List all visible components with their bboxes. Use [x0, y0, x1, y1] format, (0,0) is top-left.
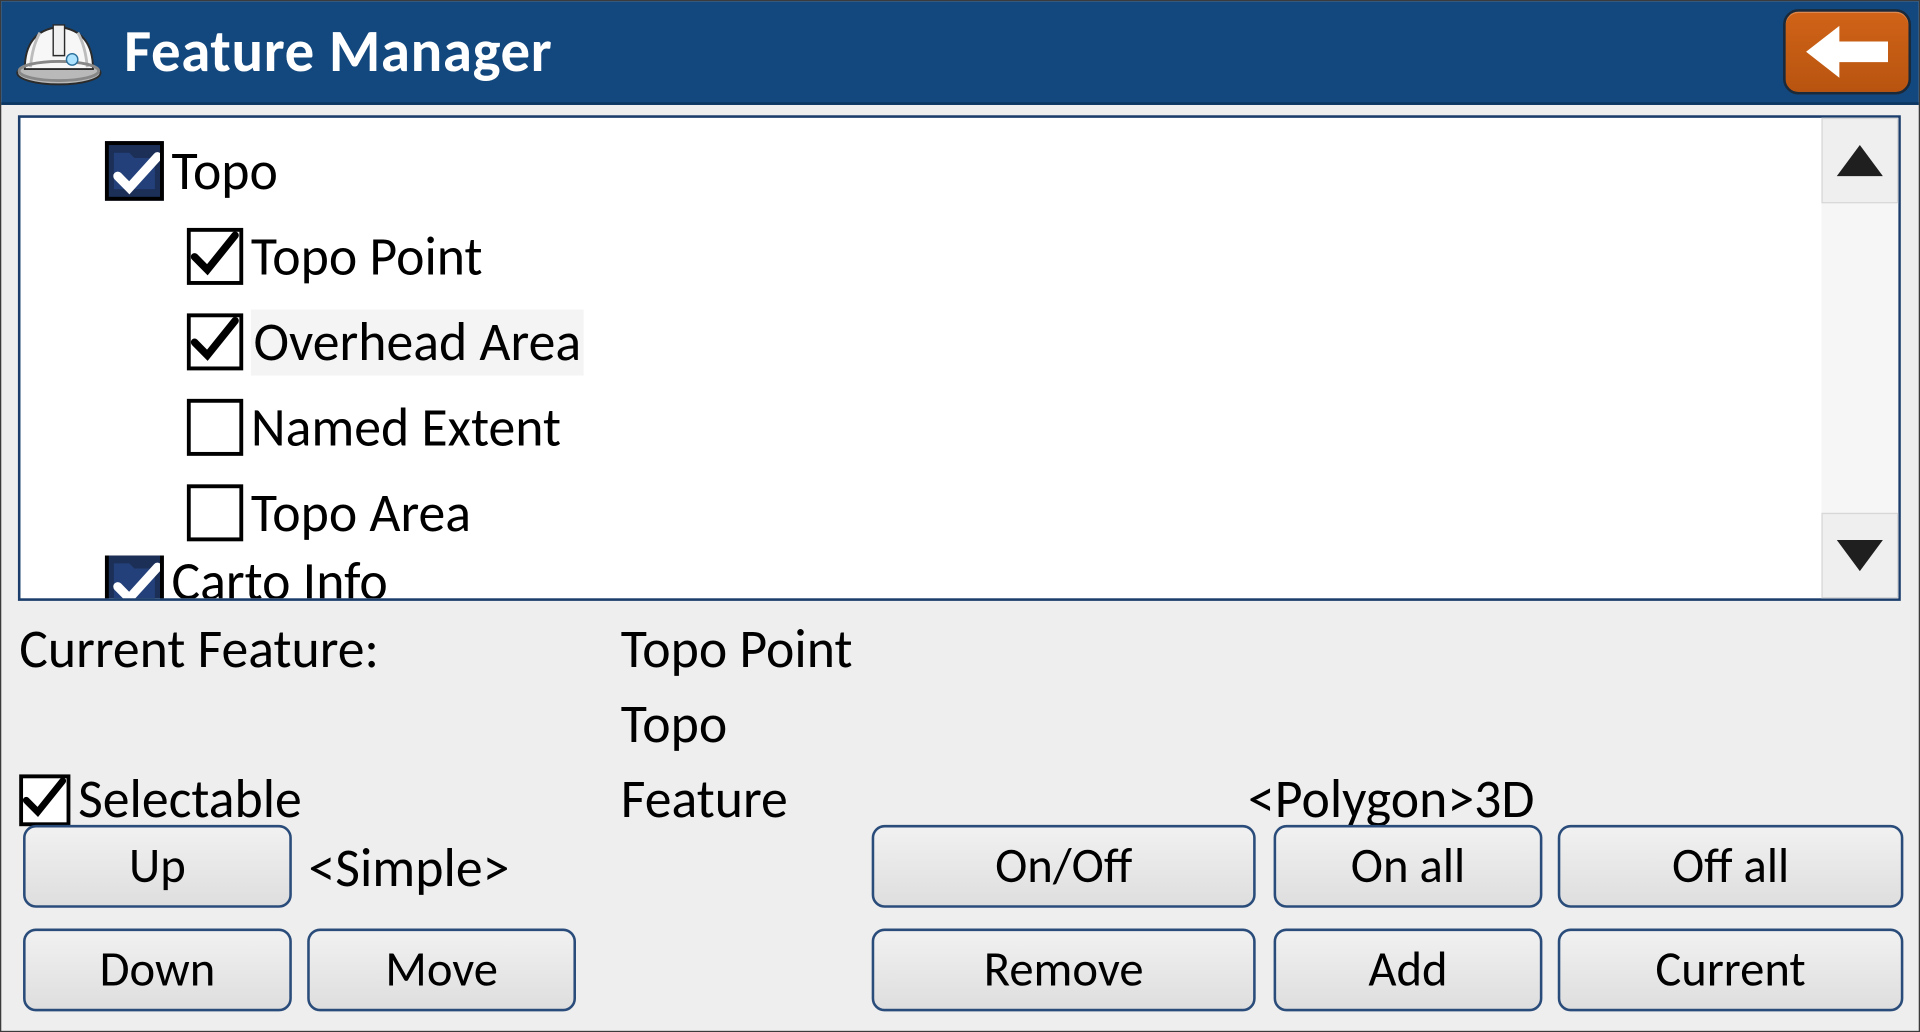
- tree-item-label: Topo: [172, 138, 278, 204]
- tree-item-label: Topo Area: [251, 480, 471, 546]
- feature-type-label: Feature: [621, 767, 788, 833]
- window-title: Feature Manager: [124, 16, 552, 89]
- tree-item-label: Overhead Area: [251, 309, 584, 375]
- tree-item-topo[interactable]: Topo: [20, 128, 1821, 213]
- tree-item-label: Carto Info: [172, 556, 388, 599]
- checkbox-checked-icon[interactable]: [187, 228, 243, 285]
- tree-item-topo-area[interactable]: Topo Area: [20, 470, 1821, 555]
- checkbox-checked-icon[interactable]: [19, 774, 70, 826]
- checkbox-unchecked-icon[interactable]: [187, 399, 243, 456]
- folder-checked-icon[interactable]: [105, 556, 164, 599]
- selectable-label: Selectable: [78, 767, 302, 833]
- add-button[interactable]: Add: [1274, 929, 1543, 1012]
- down-button[interactable]: Down: [23, 929, 292, 1012]
- scroll-down-button[interactable]: [1821, 513, 1898, 598]
- current-group-value: Topo: [621, 692, 727, 758]
- feature-tree-viewport[interactable]: Topo Topo Point Overhead Area Named Exte…: [20, 118, 1821, 598]
- tree-item-topo-point[interactable]: Topo Point: [20, 214, 1821, 299]
- remove-button[interactable]: Remove: [872, 929, 1256, 1012]
- simple-label: <Simple>: [308, 835, 509, 901]
- onall-button[interactable]: On all: [1274, 825, 1543, 908]
- scroll-up-button[interactable]: [1821, 118, 1898, 203]
- back-arrow-icon: [1801, 21, 1893, 83]
- selectable-checkbox[interactable]: Selectable: [19, 767, 302, 833]
- checkbox-checked-icon[interactable]: [187, 313, 243, 370]
- onoff-button[interactable]: On/Off: [872, 825, 1256, 908]
- feature-tree: Topo Topo Point Overhead Area Named Exte…: [18, 115, 1901, 601]
- tree-item-overhead-area[interactable]: Overhead Area: [20, 299, 1821, 384]
- current-button[interactable]: Current: [1558, 929, 1904, 1012]
- triangle-down-icon: [1837, 540, 1883, 571]
- tree-item-carto-info[interactable]: Carto Info: [20, 556, 1821, 599]
- up-button[interactable]: Up: [23, 825, 292, 908]
- title-bar: Feature Manager: [1, 1, 1918, 105]
- move-button[interactable]: Move: [307, 929, 576, 1012]
- polygon-3d-label: <Polygon>3D: [1248, 767, 1534, 833]
- tree-scrollbar[interactable]: [1821, 118, 1898, 598]
- hardhat-icon: [12, 10, 107, 93]
- offall-button[interactable]: Off all: [1558, 825, 1904, 908]
- tree-item-label: Named Extent: [251, 394, 561, 460]
- folder-checked-icon[interactable]: [105, 141, 164, 201]
- tree-item-named-extent[interactable]: Named Extent: [20, 385, 1821, 470]
- current-feature-value: Topo Point: [621, 616, 853, 682]
- current-feature-label: Current Feature:: [19, 616, 379, 682]
- triangle-up-icon: [1837, 145, 1883, 176]
- back-button[interactable]: [1783, 9, 1911, 94]
- tree-item-label: Topo Point: [251, 223, 483, 289]
- checkbox-unchecked-icon[interactable]: [187, 484, 243, 541]
